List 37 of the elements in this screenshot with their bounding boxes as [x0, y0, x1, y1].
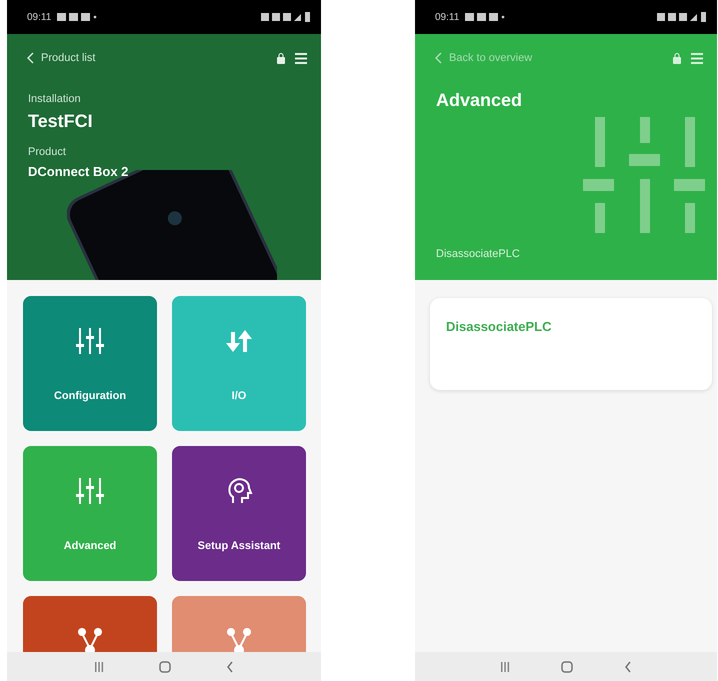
- menu-tile[interactable]: Configuration: [23, 296, 157, 431]
- status-time: 09:11: [27, 12, 52, 22]
- lock-icon[interactable]: [672, 52, 682, 64]
- menu-tile[interactable]: Advanced: [23, 446, 157, 581]
- network-icon: [75, 626, 105, 652]
- installation-label: Installation: [28, 93, 81, 105]
- home-icon[interactable]: [560, 660, 573, 672]
- menu-icon[interactable]: [295, 52, 307, 64]
- recent-apps-icon[interactable]: [500, 662, 510, 672]
- installation-name: TestFCI: [28, 111, 93, 132]
- sliders-icon: [75, 326, 105, 356]
- sliders-icon: [583, 117, 707, 233]
- product-name: DConnect Box 2: [28, 164, 128, 179]
- chevron-left-icon: [27, 52, 35, 64]
- back-icon[interactable]: [226, 660, 234, 672]
- network-icon: [224, 626, 254, 652]
- back-icon[interactable]: [624, 660, 632, 672]
- home-icon[interactable]: [158, 660, 171, 672]
- menu-icon[interactable]: [691, 52, 703, 64]
- menu-tile[interactable]: Setup Assistant: [172, 446, 306, 581]
- recent-apps-icon[interactable]: [94, 662, 104, 672]
- sliders-icon: [75, 476, 105, 506]
- notification-icons: [465, 12, 506, 22]
- lock-icon[interactable]: [276, 52, 286, 64]
- notification-icons: [57, 12, 98, 22]
- section-subtitle: DisassociatePLC: [436, 248, 520, 260]
- action-card[interactable]: DisassociatePLC: [430, 298, 712, 390]
- section-title: Advanced: [436, 90, 522, 111]
- status-time: 09:11: [435, 12, 460, 22]
- back-link[interactable]: Back to overview: [435, 52, 532, 64]
- product-label: Product: [28, 146, 66, 158]
- back-link[interactable]: Product list: [27, 52, 96, 64]
- menu-tile[interactable]: I/O: [172, 296, 306, 431]
- chevron-left-icon: [435, 52, 443, 64]
- system-status-icons: [657, 12, 707, 22]
- card-title: DisassociatePLC: [446, 319, 552, 334]
- system-status-icons: [261, 12, 311, 22]
